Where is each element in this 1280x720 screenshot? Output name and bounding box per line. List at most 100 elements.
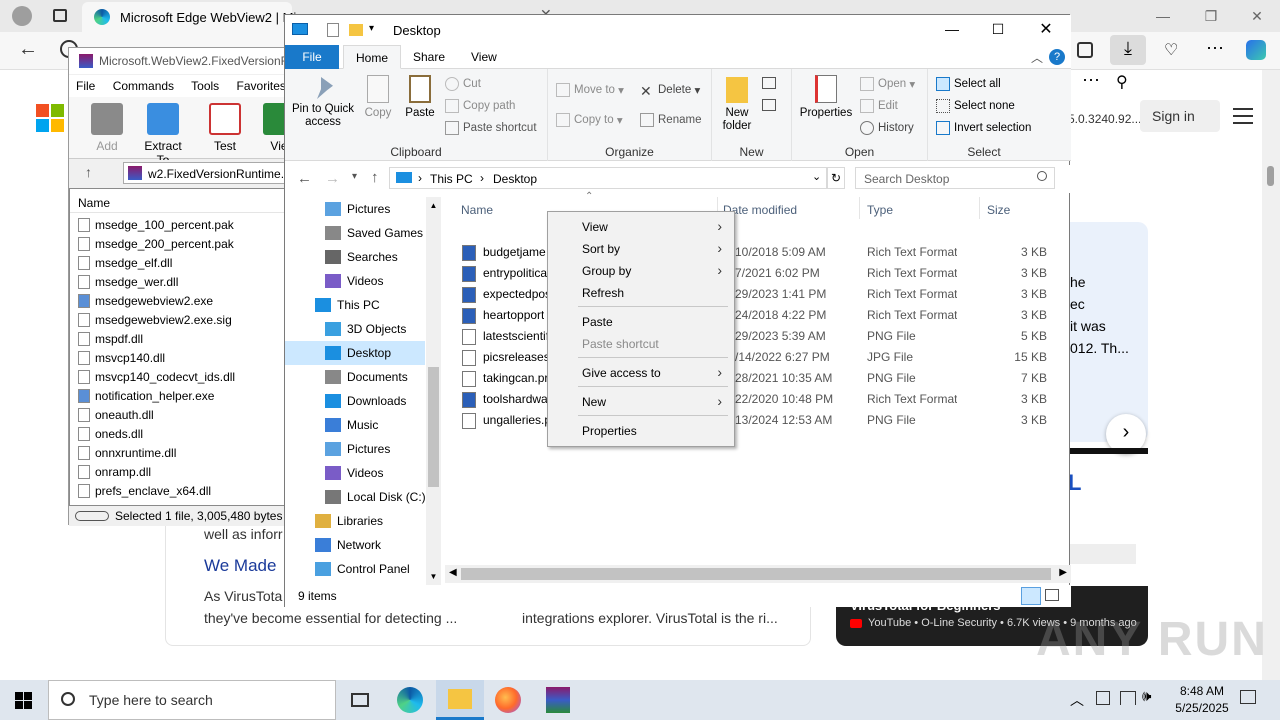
context-menu-group-by[interactable]: Group by › xyxy=(550,260,732,282)
start-button[interactable] xyxy=(0,680,48,720)
context-menu-refresh[interactable]: Refresh xyxy=(550,282,732,304)
nav-item-3d-objects[interactable]: 3D Objects xyxy=(285,317,425,341)
winrar-path-field[interactable]: w2.FixedVersionRuntime. xyxy=(123,162,287,184)
wifi-icon[interactable] xyxy=(1120,691,1136,705)
paste-button[interactable]: Paste xyxy=(401,75,439,120)
address-bar[interactable]: › This PC › Desktop ⌄ xyxy=(389,167,827,189)
sign-in-button[interactable]: Sign in xyxy=(1140,100,1220,132)
breadcrumb-this-pc[interactable]: This PC xyxy=(430,172,473,186)
invert-selection-button[interactable]: Invert selection xyxy=(936,121,1031,135)
select-all-button[interactable]: Select all xyxy=(936,77,1001,91)
recent-locations-icon[interactable]: ▾ xyxy=(352,171,357,182)
select-none-button[interactable]: Select none xyxy=(936,99,1015,113)
web-more-icon[interactable]: ⋯ xyxy=(1082,70,1100,91)
profile-icon[interactable] xyxy=(12,6,32,26)
explorer-maximize-icon[interactable]: ☐ xyxy=(975,13,1021,45)
rar-file-row[interactable]: onramp.dll xyxy=(70,462,286,481)
collections-icon[interactable] xyxy=(1077,42,1093,58)
browser-essentials-icon[interactable]: ♡ xyxy=(1164,40,1178,60)
rar-file-row[interactable]: msvcp140.dll xyxy=(70,348,286,367)
task-view-icon[interactable] xyxy=(336,680,384,720)
delete-button[interactable]: ✕ Delete ▾ xyxy=(640,83,700,99)
explorer-minimize-icon[interactable]: — xyxy=(929,13,975,45)
up-arrow-icon[interactable]: ↑ xyxy=(85,164,92,180)
rar-file-row[interactable]: onnxruntime.dll xyxy=(70,443,286,462)
nav-up-icon[interactable]: ↑ xyxy=(371,169,379,186)
taskbar-file-explorer-icon[interactable] xyxy=(436,680,484,720)
nav-item-libraries[interactable]: Libraries xyxy=(285,509,425,533)
rar-file-row[interactable]: notification_helper.exe xyxy=(70,386,286,405)
nav-item-network[interactable]: Network xyxy=(285,533,425,557)
taskbar-firefox-icon[interactable] xyxy=(484,680,532,720)
tab-view[interactable]: View xyxy=(459,45,509,69)
page-scrollbar[interactable] xyxy=(1262,70,1280,680)
collapse-ribbon-icon[interactable]: ︿ xyxy=(1031,49,1043,66)
details-view-icon[interactable] xyxy=(1021,587,1041,605)
paste-shortcut-button[interactable]: Paste shortcut xyxy=(445,121,537,135)
rar-file-row[interactable]: msvcp140_codecvt_ids.dll xyxy=(70,367,286,386)
browser-minimize-icon[interactable]: — xyxy=(1140,0,1186,32)
context-menu-new[interactable]: New › xyxy=(550,391,732,413)
history-button[interactable]: History xyxy=(860,121,914,135)
cut-button[interactable]: Cut xyxy=(445,77,481,91)
pin-icon[interactable]: ⚲ xyxy=(1116,72,1128,92)
move-to-button[interactable]: Move to ▾ xyxy=(556,83,624,97)
explorer-close-icon[interactable]: ✕ xyxy=(1023,13,1069,45)
breadcrumb-desktop[interactable]: Desktop xyxy=(493,172,537,186)
rar-file-row[interactable]: msedgewebview2.exe xyxy=(70,291,286,310)
nav-item-music[interactable]: Music xyxy=(285,413,425,437)
rar-file-row[interactable]: msedge_100_percent.pak xyxy=(70,215,286,234)
network-icon[interactable] xyxy=(1096,691,1110,705)
address-dropdown-icon[interactable]: ⌄ xyxy=(812,170,821,183)
edit-button[interactable]: Edit xyxy=(860,99,898,113)
menu-tools[interactable]: Tools xyxy=(191,79,219,93)
properties-button[interactable]: Properties xyxy=(798,75,854,120)
copilot-icon[interactable] xyxy=(1246,40,1266,60)
nav-item-saved-games[interactable]: Saved Games xyxy=(285,221,425,245)
rar-file-row[interactable]: prefs_enclave_x64.dll xyxy=(70,481,286,500)
extract-to-button[interactable]: Extract To xyxy=(137,103,189,167)
col-header-name[interactable]: Name xyxy=(70,189,286,213)
nav-item-documents[interactable]: Documents xyxy=(285,365,425,389)
copy-button[interactable]: Copy xyxy=(361,75,395,120)
rar-file-row[interactable]: msedge_elf.dll xyxy=(70,253,286,272)
rar-file-row[interactable]: oneds.dll xyxy=(70,424,286,443)
tab-share[interactable]: Share xyxy=(401,45,457,69)
context-menu-properties[interactable]: Properties xyxy=(550,420,732,442)
hamburger-menu-icon[interactable] xyxy=(1233,108,1253,124)
nav-back-icon[interactable]: ← xyxy=(297,170,312,187)
copy-to-button[interactable]: Copy to ▾ xyxy=(556,113,623,127)
nav-item-desktop[interactable]: Desktop xyxy=(285,341,425,365)
copy-path-button[interactable]: Copy path xyxy=(445,99,515,113)
rar-file-row[interactable]: msedge_200_percent.pak xyxy=(70,234,286,253)
refresh-address-icon[interactable]: ↻ xyxy=(827,167,845,189)
tab-actions-icon[interactable] xyxy=(53,9,67,22)
rar-file-row[interactable]: msedgewebview2.exe.sig xyxy=(70,310,286,329)
add-button[interactable]: Add xyxy=(81,103,133,153)
context-menu-paste[interactable]: Paste xyxy=(550,311,732,333)
menu-file[interactable]: File xyxy=(76,79,95,93)
easy-access-icon[interactable] xyxy=(762,99,776,111)
clock-date[interactable]: 5/25/2025 xyxy=(1166,701,1238,715)
context-menu-paste-shortcut[interactable]: Paste shortcut xyxy=(550,333,732,355)
horizontal-scrollbar[interactable]: ◀ ▶ xyxy=(445,565,1071,583)
clock-time[interactable]: 8:48 AM xyxy=(1172,684,1232,698)
nav-item-downloads[interactable]: Downloads xyxy=(285,389,425,413)
pin-quick-access-button[interactable]: Pin to Quick access xyxy=(289,75,357,129)
taskbar-edge-icon[interactable] xyxy=(386,680,434,720)
menu-commands[interactable]: Commands xyxy=(113,79,174,93)
col-size[interactable]: Size xyxy=(987,203,1010,217)
open-button[interactable]: Open ▾ xyxy=(860,77,915,91)
properties-qa-icon[interactable] xyxy=(327,23,339,37)
rar-file-row[interactable]: msedge_wer.dll xyxy=(70,272,286,291)
nav-item-videos[interactable]: Videos xyxy=(285,269,425,293)
rar-file-row[interactable]: mspdf.dll xyxy=(70,329,286,348)
downloads-icon[interactable]: ⤓ xyxy=(1110,35,1146,65)
nav-item-this-pc[interactable]: This PC xyxy=(285,293,425,317)
rar-file-row[interactable]: oneauth.dll xyxy=(70,405,286,424)
browser-close-icon[interactable]: ✕ xyxy=(1234,0,1280,32)
context-menu-sort-by[interactable]: Sort by › xyxy=(550,238,732,260)
nav-forward-icon[interactable]: → xyxy=(325,170,340,187)
new-item-icon[interactable] xyxy=(762,77,776,89)
context-menu-view[interactable]: View › xyxy=(550,216,732,238)
